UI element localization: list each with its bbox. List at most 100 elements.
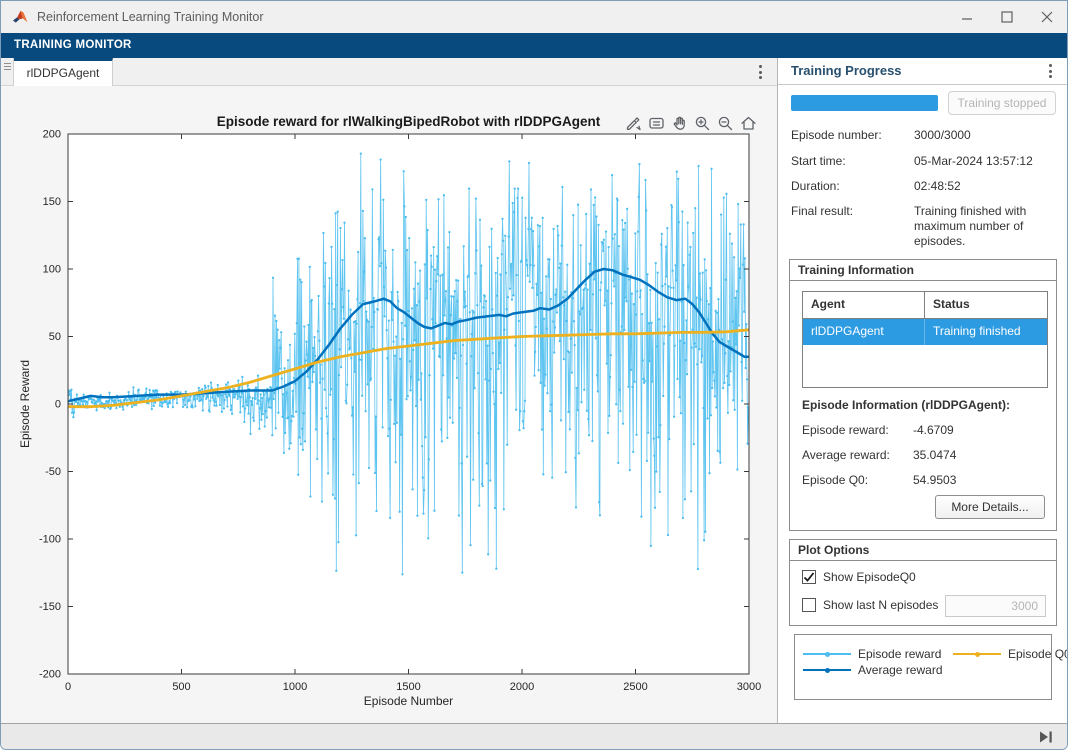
table-header-row: Agent Status: [803, 292, 1047, 319]
svg-text:-200: -200: [39, 669, 61, 681]
more-details-button[interactable]: More Details...: [935, 495, 1045, 519]
legend-label: Episode Q0: [1008, 647, 1068, 661]
average-reward-marker: [803, 669, 851, 671]
plot-options-header: Plot Options: [790, 540, 1056, 561]
show-episodeq0-checkbox[interactable]: [802, 570, 816, 584]
tab-drag-handle[interactable]: [1, 58, 14, 86]
episode-q0-marker: [953, 653, 1001, 655]
svg-text:-100: -100: [39, 534, 61, 546]
app-window: Reinforcement Learning Training Monitor …: [0, 0, 1068, 750]
episode-number-value: 3000/3000: [914, 128, 1060, 143]
chart-canvas[interactable]: 0 500 1000 1500 2000 2500 3000 -200 -150 -100 -50 0…: [1, 86, 777, 723]
panel-title: Training Progress: [791, 58, 902, 84]
legend-label: Average reward: [858, 663, 943, 677]
svg-text:0: 0: [65, 681, 71, 693]
close-button[interactable]: [1027, 1, 1067, 33]
svg-text:200: 200: [43, 129, 61, 141]
svg-text:Episode Reward: Episode Reward: [18, 360, 32, 448]
show-episodeq0-label: Show EpisodeQ0: [823, 570, 916, 584]
zoom-out-icon: [716, 114, 735, 133]
svg-text:500: 500: [172, 681, 190, 693]
close-icon: [1041, 11, 1053, 23]
svg-text:1000: 1000: [283, 681, 307, 693]
episode-q0-label: Episode Q0:: [802, 473, 868, 487]
average-reward-label: Average reward:: [802, 448, 890, 462]
training-information-group: Training Information Agent Status rlDDPG…: [789, 259, 1057, 531]
title-bar: Reinforcement Learning Training Monitor: [1, 1, 1067, 33]
panel-menu-button[interactable]: [1041, 60, 1059, 82]
duration-label: Duration:: [791, 179, 840, 193]
episode-info-header: Episode Information (rlDDPGAgent):: [802, 398, 1010, 412]
agent-status-table: Agent Status rlDDPGAgent Training finish…: [802, 291, 1048, 388]
pan-button[interactable]: [669, 113, 689, 133]
minimize-button[interactable]: [947, 1, 987, 33]
svg-text:150: 150: [43, 196, 61, 208]
status-cell: Training finished: [925, 319, 1047, 345]
export-icon: [624, 114, 643, 133]
svg-text:-50: -50: [45, 466, 61, 478]
document-overflow-menu-button[interactable]: [751, 61, 769, 83]
restore-view-button[interactable]: [738, 113, 758, 133]
episode-q0-value: 54.9503: [913, 473, 956, 487]
document-tab-bar: rlDDPGAgent: [1, 58, 777, 86]
check-icon: [803, 571, 815, 583]
svg-text:100: 100: [43, 264, 61, 276]
episode-number-label: Episode number:: [791, 128, 882, 142]
duration-value: 02:48:52: [914, 179, 1060, 194]
svg-text:2500: 2500: [623, 681, 647, 693]
document-tab-rlddpgagent[interactable]: rlDDPGAgent: [14, 58, 113, 86]
legend-label: Episode reward: [858, 647, 941, 661]
chart-legend: Episode reward Average reward Episode Q0: [794, 634, 1052, 700]
final-result-label: Final result:: [791, 204, 853, 218]
maximize-icon: [1001, 11, 1013, 23]
agent-cell: rlDDPGAgent: [803, 319, 925, 345]
window-title: Reinforcement Learning Training Monitor: [37, 1, 264, 33]
svg-text:2000: 2000: [510, 681, 534, 693]
progress-bar: [791, 95, 938, 111]
legend-entry-episode-q0: Episode Q0: [953, 647, 1068, 661]
svg-text:50: 50: [49, 331, 61, 343]
training-progress-panel: Training Progress Training stopped Episo…: [778, 58, 1067, 723]
show-last-n-row: Show last N episodes: [802, 598, 938, 612]
play-to-end-icon: [1040, 732, 1048, 743]
training-stopped-button[interactable]: Training stopped: [948, 91, 1056, 115]
toolstrip: TRAINING MONITOR: [1, 33, 1067, 58]
start-time-label: Start time:: [791, 154, 846, 168]
table-row[interactable]: rlDDPGAgent Training finished: [803, 319, 1047, 345]
final-result-value: Training finished with maximum number of…: [914, 204, 1060, 249]
agent-column-header: Agent: [803, 292, 925, 318]
maximize-button[interactable]: [987, 1, 1027, 33]
average-reward-value: 35.0474: [913, 448, 956, 462]
episode-reward-value: -4.6709: [913, 423, 954, 437]
n-episodes-input[interactable]: [945, 595, 1046, 617]
export-button[interactable]: [623, 113, 643, 133]
show-episodeq0-row: Show EpisodeQ0: [802, 570, 916, 584]
training-information-header: Training Information: [790, 260, 1056, 281]
legend-entry-average-reward: Average reward: [803, 663, 943, 677]
legend-entry-episode-reward: Episode reward: [803, 647, 941, 661]
show-last-n-checkbox[interactable]: [802, 598, 816, 612]
episode-reward-label: Episode reward:: [802, 423, 889, 437]
figure-svg: 0 500 1000 1500 2000 2500 3000 -200 -150 -100 -50 0…: [1, 86, 777, 723]
datatips-button[interactable]: [646, 113, 666, 133]
zoom-out-button[interactable]: [715, 113, 735, 133]
svg-text:Episode Number: Episode Number: [364, 694, 453, 708]
minimize-icon: [961, 11, 973, 23]
svg-text:3000: 3000: [737, 681, 761, 693]
pan-icon: [670, 114, 689, 133]
svg-text:-150: -150: [39, 601, 61, 613]
panel-header: Training Progress: [778, 58, 1067, 85]
zoom-in-icon: [693, 114, 712, 133]
home-icon: [739, 114, 758, 133]
collapse-panel-button[interactable]: [1037, 729, 1055, 745]
svg-text:Episode reward for rlWalkingBi: Episode reward for rlWalkingBipedRobot w…: [217, 114, 601, 129]
svg-text:0: 0: [55, 399, 61, 411]
svg-text:1500: 1500: [396, 681, 420, 693]
episode-reward-marker: [803, 653, 851, 655]
matlab-logo-icon: [12, 9, 29, 26]
datatips-icon: [647, 114, 666, 133]
toolstrip-tab-training-monitor[interactable]: TRAINING MONITOR: [14, 33, 132, 58]
plot-options-group: Plot Options Show EpisodeQ0 Show last N …: [789, 539, 1057, 626]
zoom-in-button[interactable]: [692, 113, 712, 133]
status-bar: [1, 723, 1067, 749]
